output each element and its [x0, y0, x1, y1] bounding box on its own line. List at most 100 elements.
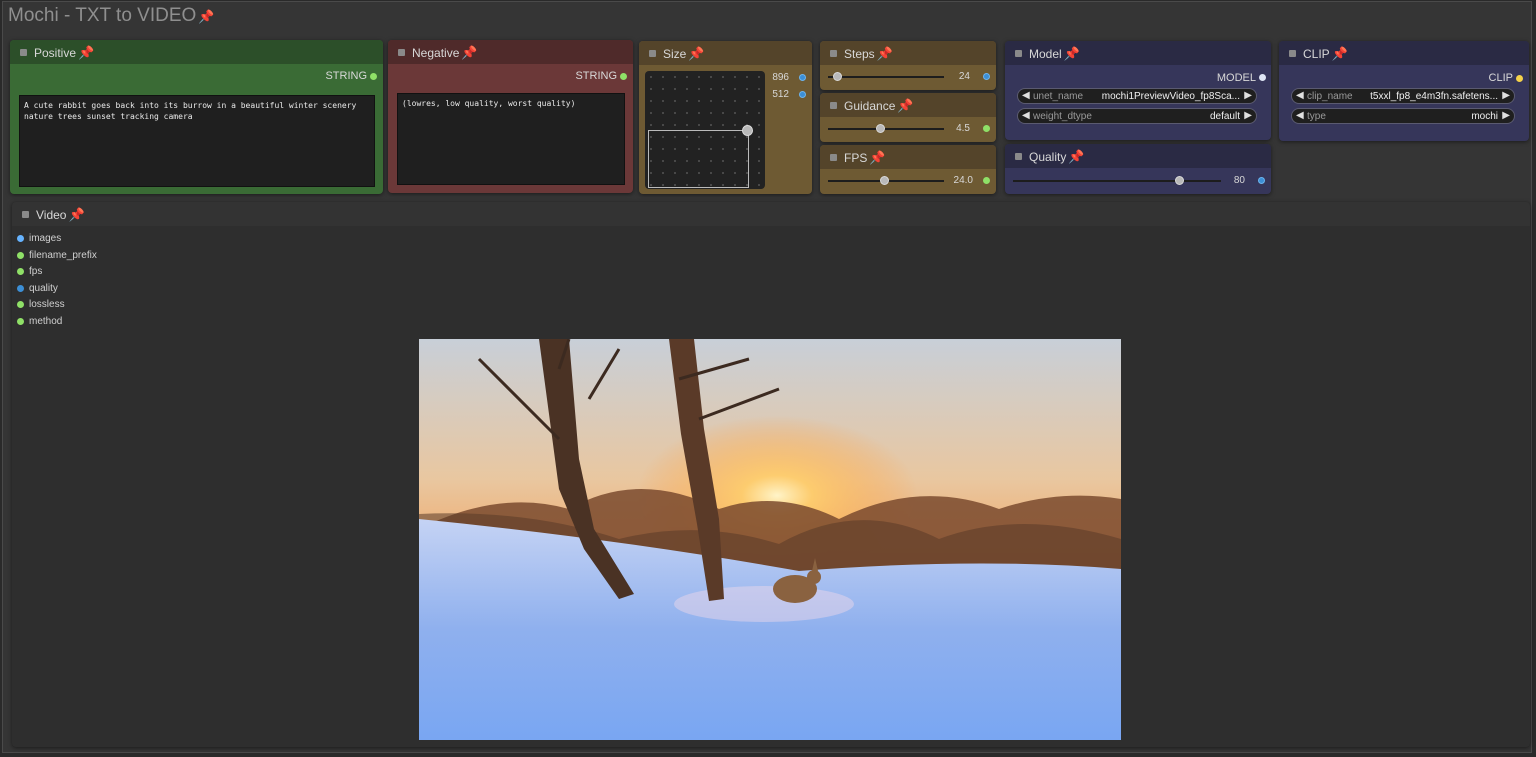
right-arrow-icon[interactable]: ▶	[1502, 90, 1510, 101]
collapse-toggle[interactable]	[1289, 50, 1296, 57]
pushpin-icon: 📌	[461, 45, 478, 60]
input-label: lossless	[29, 299, 65, 311]
collapse-toggle[interactable]	[649, 50, 656, 57]
collapse-toggle[interactable]	[830, 102, 837, 109]
pushpin-icon: 📌	[68, 207, 85, 222]
output-port-string[interactable]	[370, 73, 377, 80]
guidance-slider-knob[interactable]	[876, 124, 886, 133]
node-header[interactable]: Steps 📌	[820, 41, 996, 65]
quality-value: 80	[1233, 175, 1245, 186]
output-port-model[interactable]	[1259, 74, 1266, 81]
node-video[interactable]: Video 📌 images filename_prefix fps quality lo…	[12, 202, 1530, 747]
node-clip[interactable]: CLIP 📌 CLIP ◀ clip_name t5xxl_fp8_e4m3fn.…	[1279, 41, 1529, 141]
left-arrow-icon[interactable]: ◀	[1022, 110, 1030, 121]
node-size[interactable]: Size 📌 896 512	[639, 41, 812, 194]
node-header[interactable]: Negative 📌	[388, 40, 633, 64]
size-canvas[interactable]	[645, 71, 765, 189]
input-port[interactable]	[17, 268, 24, 276]
right-arrow-icon[interactable]: ▶	[1502, 110, 1510, 121]
node-fps[interactable]: FPS 📌 24.0	[820, 145, 996, 194]
left-arrow-icon[interactable]: ◀	[1296, 110, 1304, 121]
left-arrow-icon[interactable]: ◀	[1296, 90, 1304, 101]
input-port[interactable]	[17, 251, 24, 259]
size-handle[interactable]	[742, 125, 753, 136]
node-title: Guidance 📌	[844, 98, 914, 113]
collapse-toggle[interactable]	[830, 50, 837, 57]
input-label: quality	[29, 282, 58, 294]
output-port-width[interactable]	[799, 74, 806, 81]
height-value: 512	[772, 89, 789, 100]
right-arrow-icon[interactable]: ▶	[1244, 110, 1252, 121]
width-value: 896	[772, 72, 789, 83]
output-port-fps[interactable]	[983, 177, 990, 184]
pushpin-icon: 📌	[876, 46, 893, 61]
collapse-toggle[interactable]	[22, 211, 29, 218]
node-header[interactable]: Video 📌	[12, 202, 1530, 226]
output-port-height[interactable]	[799, 91, 806, 98]
output-port-steps[interactable]	[983, 73, 990, 80]
clip-name-combo[interactable]: ◀ clip_name t5xxl_fp8_e4m3fn.safetens...…	[1291, 88, 1515, 104]
output-port-guidance[interactable]	[983, 125, 990, 132]
node-quality[interactable]: Quality 📌 80	[1005, 144, 1271, 194]
node-steps[interactable]: Steps 📌 24	[820, 41, 996, 90]
input-port[interactable]	[17, 318, 24, 325]
node-title: Positive 📌	[34, 45, 95, 60]
output-label: STRING	[325, 70, 367, 82]
unet-name-combo[interactable]: ◀ unet_name mochi1PreviewVideo_fp8Sca...…	[1017, 88, 1257, 104]
pushpin-icon: 📌	[869, 150, 886, 165]
node-model[interactable]: Model 📌 MODEL ◀ unet_name mochi1PreviewVi…	[1005, 41, 1271, 140]
pushpin-icon: 📌	[198, 9, 215, 24]
output-port-quality[interactable]	[1258, 177, 1265, 184]
collapse-toggle[interactable]	[830, 154, 837, 161]
quality-slider-knob[interactable]	[1175, 176, 1185, 185]
input-label: filename_prefix	[29, 249, 97, 261]
input-label: method	[29, 316, 63, 327]
workflow-canvas[interactable]: Mochi - TXT to VIDEO 📌 Positive 📌 STRING A…	[0, 0, 1536, 757]
output-label: CLIP	[1488, 72, 1513, 84]
positive-prompt-textarea[interactable]: A cute rabbit goes back into its burrow …	[19, 95, 375, 187]
size-selection-rect[interactable]	[648, 130, 749, 188]
type-combo[interactable]: ◀ type mochi ▶	[1291, 108, 1515, 124]
input-port[interactable]	[17, 235, 24, 242]
right-arrow-icon[interactable]: ▶	[1244, 90, 1252, 101]
node-header[interactable]: Size 📌	[639, 41, 812, 65]
output-label: MODEL	[1216, 72, 1256, 84]
node-title: CLIP 📌	[1303, 46, 1348, 61]
group-title[interactable]: Mochi - TXT to VIDEO 📌	[8, 5, 214, 27]
collapse-toggle[interactable]	[398, 49, 405, 56]
node-title: Steps 📌	[844, 46, 893, 61]
steps-slider-track[interactable]	[828, 76, 944, 78]
node-title: Quality 📌	[1029, 149, 1085, 164]
node-title: Size 📌	[663, 46, 705, 61]
steps-value: 24	[958, 71, 970, 82]
left-arrow-icon[interactable]: ◀	[1022, 90, 1030, 101]
node-header[interactable]: Quality 📌	[1005, 144, 1271, 168]
collapse-toggle[interactable]	[1015, 50, 1022, 57]
quality-slider-track[interactable]	[1013, 180, 1221, 182]
node-guidance[interactable]: Guidance 📌 4.5	[820, 93, 996, 142]
input-port[interactable]	[17, 284, 24, 292]
node-negative[interactable]: Negative 📌 STRING (lowres, low quality, w…	[388, 40, 633, 193]
video-preview-image[interactable]	[419, 339, 1121, 740]
node-header[interactable]: CLIP 📌	[1279, 41, 1529, 65]
collapse-toggle[interactable]	[20, 49, 27, 56]
output-port-string[interactable]	[620, 73, 627, 80]
node-title: Model 📌	[1029, 46, 1080, 61]
node-positive[interactable]: Positive 📌 STRING A cute rabbit goes back…	[10, 40, 383, 194]
weight-dtype-combo[interactable]: ◀ weight_dtype default ▶	[1017, 108, 1257, 124]
node-header[interactable]: Model 📌	[1005, 41, 1271, 65]
collapse-toggle[interactable]	[1015, 153, 1022, 160]
output-port-clip[interactable]	[1516, 75, 1523, 82]
fps-slider-knob[interactable]	[879, 176, 889, 185]
input-port[interactable]	[17, 301, 24, 309]
negative-prompt-textarea[interactable]: (lowres, low quality, worst quality)	[397, 93, 625, 185]
node-header[interactable]: FPS 📌	[820, 145, 996, 169]
node-header[interactable]: Guidance 📌	[820, 93, 996, 117]
node-title: FPS 📌	[844, 150, 886, 165]
node-header[interactable]: Positive 📌	[10, 40, 383, 64]
pushpin-icon: 📌	[897, 98, 914, 113]
fps-value: 24.0	[953, 175, 973, 186]
steps-slider-knob[interactable]	[833, 72, 843, 81]
output-label: STRING	[575, 70, 617, 82]
guidance-slider-track[interactable]	[828, 128, 944, 130]
